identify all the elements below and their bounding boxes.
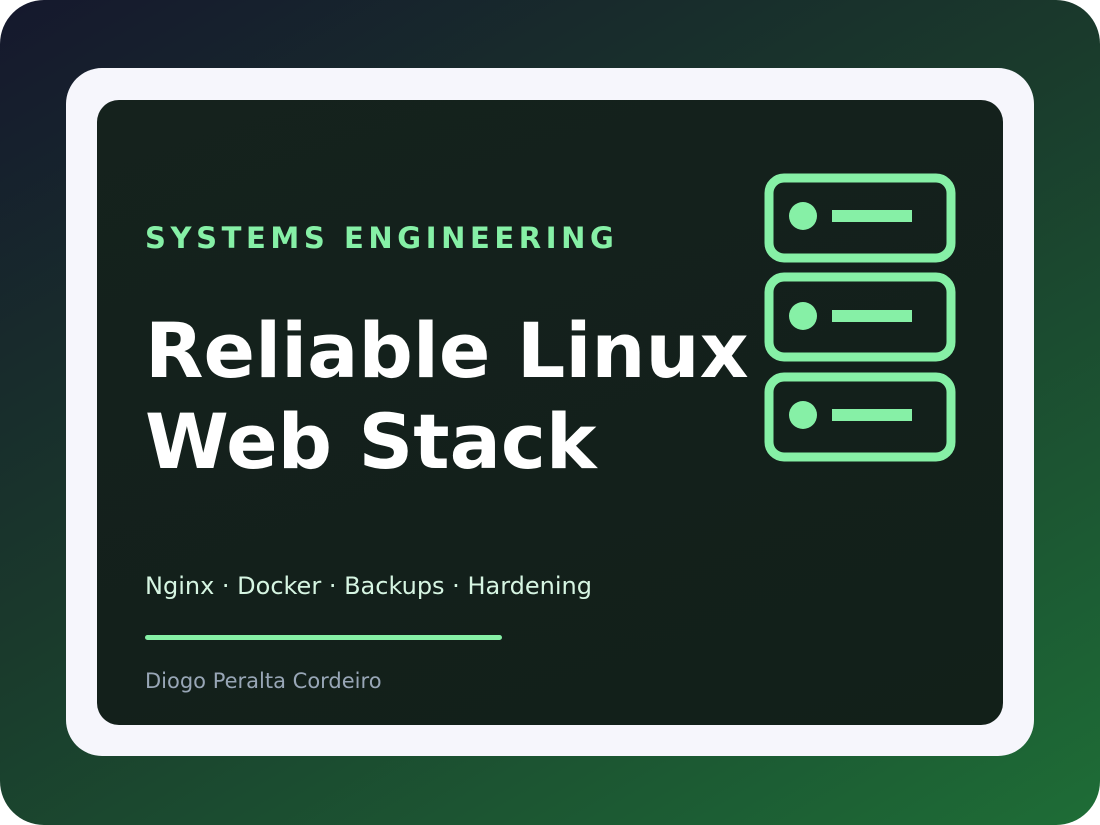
tech-tags: Nginx · Docker · Backups · Hardening [145,572,592,600]
accent-divider [145,635,502,640]
server-unit-2 [764,272,956,362]
eyebrow-label: SYSTEMS ENGINEERING [145,221,619,255]
title-line-2: Web Stack [145,397,597,486]
background: SYSTEMS ENGINEERING Reliable Linux Web S… [0,0,1100,825]
server-unit-1 [764,173,956,263]
author-name: Diogo Peralta Cordeiro [145,669,382,693]
page-title: Reliable Linux Web Stack [145,305,749,487]
server-unit-3 [764,372,956,462]
server-stack-icon [764,173,956,462]
title-line-1: Reliable Linux [145,306,749,395]
